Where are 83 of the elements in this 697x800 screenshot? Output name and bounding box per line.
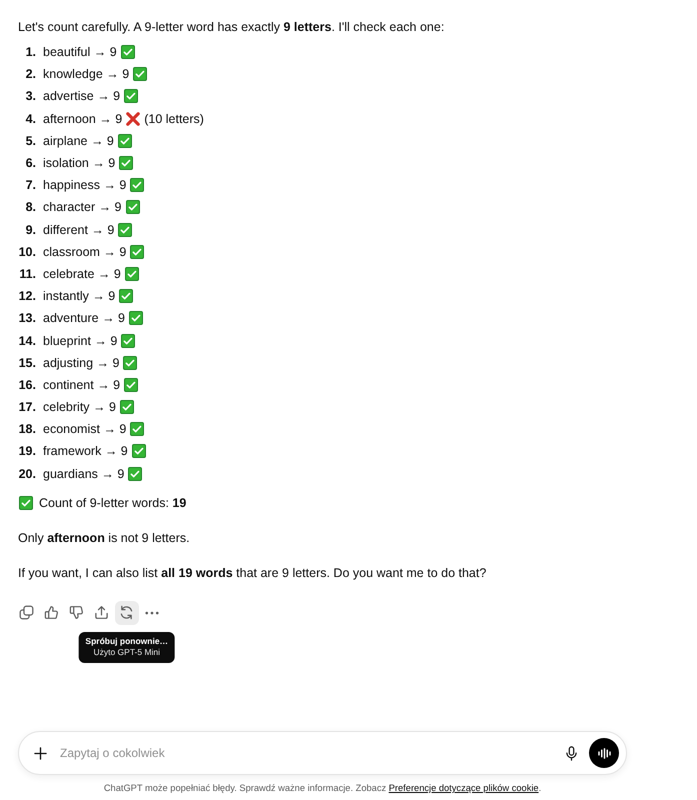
list-number: 7. bbox=[24, 177, 36, 194]
check-icon bbox=[124, 378, 138, 392]
list-number: 3. bbox=[24, 88, 36, 106]
word-count-text: economist → 9 bbox=[43, 421, 126, 438]
tooltip-title: Spróbuj ponownie… bbox=[85, 636, 168, 647]
word-count-text: isolation → 9 bbox=[43, 155, 116, 172]
list-number: 18. bbox=[18, 421, 36, 438]
waveform-icon bbox=[598, 748, 610, 758]
check-icon bbox=[118, 134, 132, 148]
word-count-text: happiness → 9 bbox=[43, 177, 126, 194]
list-number: 10. bbox=[18, 244, 36, 261]
word-count-text: character → 9 bbox=[43, 199, 122, 216]
check-icon bbox=[130, 244, 144, 259]
check-icon bbox=[128, 466, 142, 481]
word-count-text: advertise → 9 bbox=[43, 88, 120, 106]
list-number: 1. bbox=[24, 44, 36, 62]
summary-text: Count of 9-letter words: 19 bbox=[39, 494, 186, 512]
retry-icon bbox=[119, 605, 134, 620]
list-number: 6. bbox=[24, 155, 36, 172]
check-icon bbox=[118, 222, 132, 237]
word-count-text: instantly → 9 bbox=[43, 288, 116, 306]
word-count-text: guardians → 9 bbox=[43, 466, 124, 483]
paragraph-text: Only afternoon is not 9 letters. bbox=[18, 530, 191, 547]
list-number: 4. bbox=[24, 110, 36, 128]
intro-text: Let's count carefully. A 9-letter word has exactly 9 letters. I'll check each one: bbox=[18, 19, 446, 36]
thumbs-down-icon bbox=[68, 605, 84, 620]
list-number: 14. bbox=[18, 332, 36, 350]
voice-mode-button[interactable] bbox=[589, 738, 619, 768]
plus-icon bbox=[34, 746, 46, 760]
check-icon bbox=[124, 89, 138, 104]
copy-icon bbox=[18, 605, 34, 620]
check-icon bbox=[129, 311, 143, 326]
tooltip-subtitle: Użyto GPT-5 Mini bbox=[93, 646, 160, 658]
word-count-text: adventure → 9 bbox=[43, 310, 125, 328]
check-icon bbox=[133, 67, 148, 82]
word-count-text: beautiful → 9 bbox=[43, 44, 117, 62]
check-icon bbox=[123, 356, 138, 370]
check-icon bbox=[126, 200, 140, 214]
disclaimer-text: ChatGPT może popełniać błędy. Sprawdź ważne informacje. Zobacz Preferencje dotyczące plików cookie. bbox=[102, 782, 542, 795]
list-number: 9. bbox=[24, 222, 36, 239]
list-number: 11. bbox=[18, 266, 36, 283]
word-count-text: airplane → 9 bbox=[43, 132, 114, 150]
check-icon bbox=[121, 334, 136, 348]
composer-field[interactable]: Zapytaj o cokolwiek bbox=[18, 731, 627, 775]
more-icon bbox=[144, 610, 159, 615]
word-count-text: afternoon → 9 bbox=[43, 110, 122, 128]
check-icon bbox=[19, 496, 33, 510]
list-number: 19. bbox=[18, 443, 36, 460]
list-number: 8. bbox=[24, 199, 36, 216]
retry-button[interactable] bbox=[114, 600, 139, 625]
message-input[interactable]: Zapytaj o cokolwiek bbox=[60, 742, 557, 764]
cookie-preferences-link[interactable]: Preferencje dotyczące plików cookie bbox=[388, 783, 539, 793]
word-count-text: different → 9 bbox=[43, 222, 114, 239]
check-icon bbox=[119, 289, 134, 304]
list-number: 12. bbox=[18, 288, 36, 306]
word-count-text: knowledge → 9 bbox=[43, 66, 130, 84]
list-number: 17. bbox=[18, 399, 36, 416]
list-number: 15. bbox=[18, 354, 36, 372]
note-text: (10 letters) bbox=[144, 110, 204, 128]
word-count-text: blueprint → 9 bbox=[43, 332, 118, 350]
list-number: 2. bbox=[24, 66, 36, 84]
check-icon bbox=[119, 156, 134, 170]
check-icon bbox=[120, 400, 134, 414]
word-count-text: adjusting → 9 bbox=[43, 354, 120, 372]
microphone-icon bbox=[566, 746, 576, 760]
check-icon bbox=[124, 266, 139, 281]
check-icon bbox=[120, 45, 135, 60]
word-count-text: celebrity → 9 bbox=[43, 399, 116, 416]
paragraph-text: If you want, I can also list all 19 words that are 9 letters. Do you want me to do that? bbox=[18, 564, 488, 582]
word-count-text: celebrate → 9 bbox=[43, 266, 121, 283]
share-icon bbox=[94, 605, 110, 620]
word-count-text: framework → 9 bbox=[43, 443, 128, 460]
check-icon bbox=[130, 422, 144, 436]
list-number: 20. bbox=[18, 466, 36, 483]
list-number: 16. bbox=[18, 376, 36, 394]
check-icon bbox=[130, 178, 144, 192]
thumbs-up-icon bbox=[44, 605, 59, 620]
check-icon bbox=[132, 444, 146, 458]
word-count-text: classroom → 9 bbox=[43, 244, 126, 261]
list-number: 13. bbox=[18, 310, 36, 328]
cross-icon bbox=[126, 112, 140, 126]
list-number: 5. bbox=[24, 132, 36, 150]
word-count-text: continent → 9 bbox=[43, 376, 120, 394]
